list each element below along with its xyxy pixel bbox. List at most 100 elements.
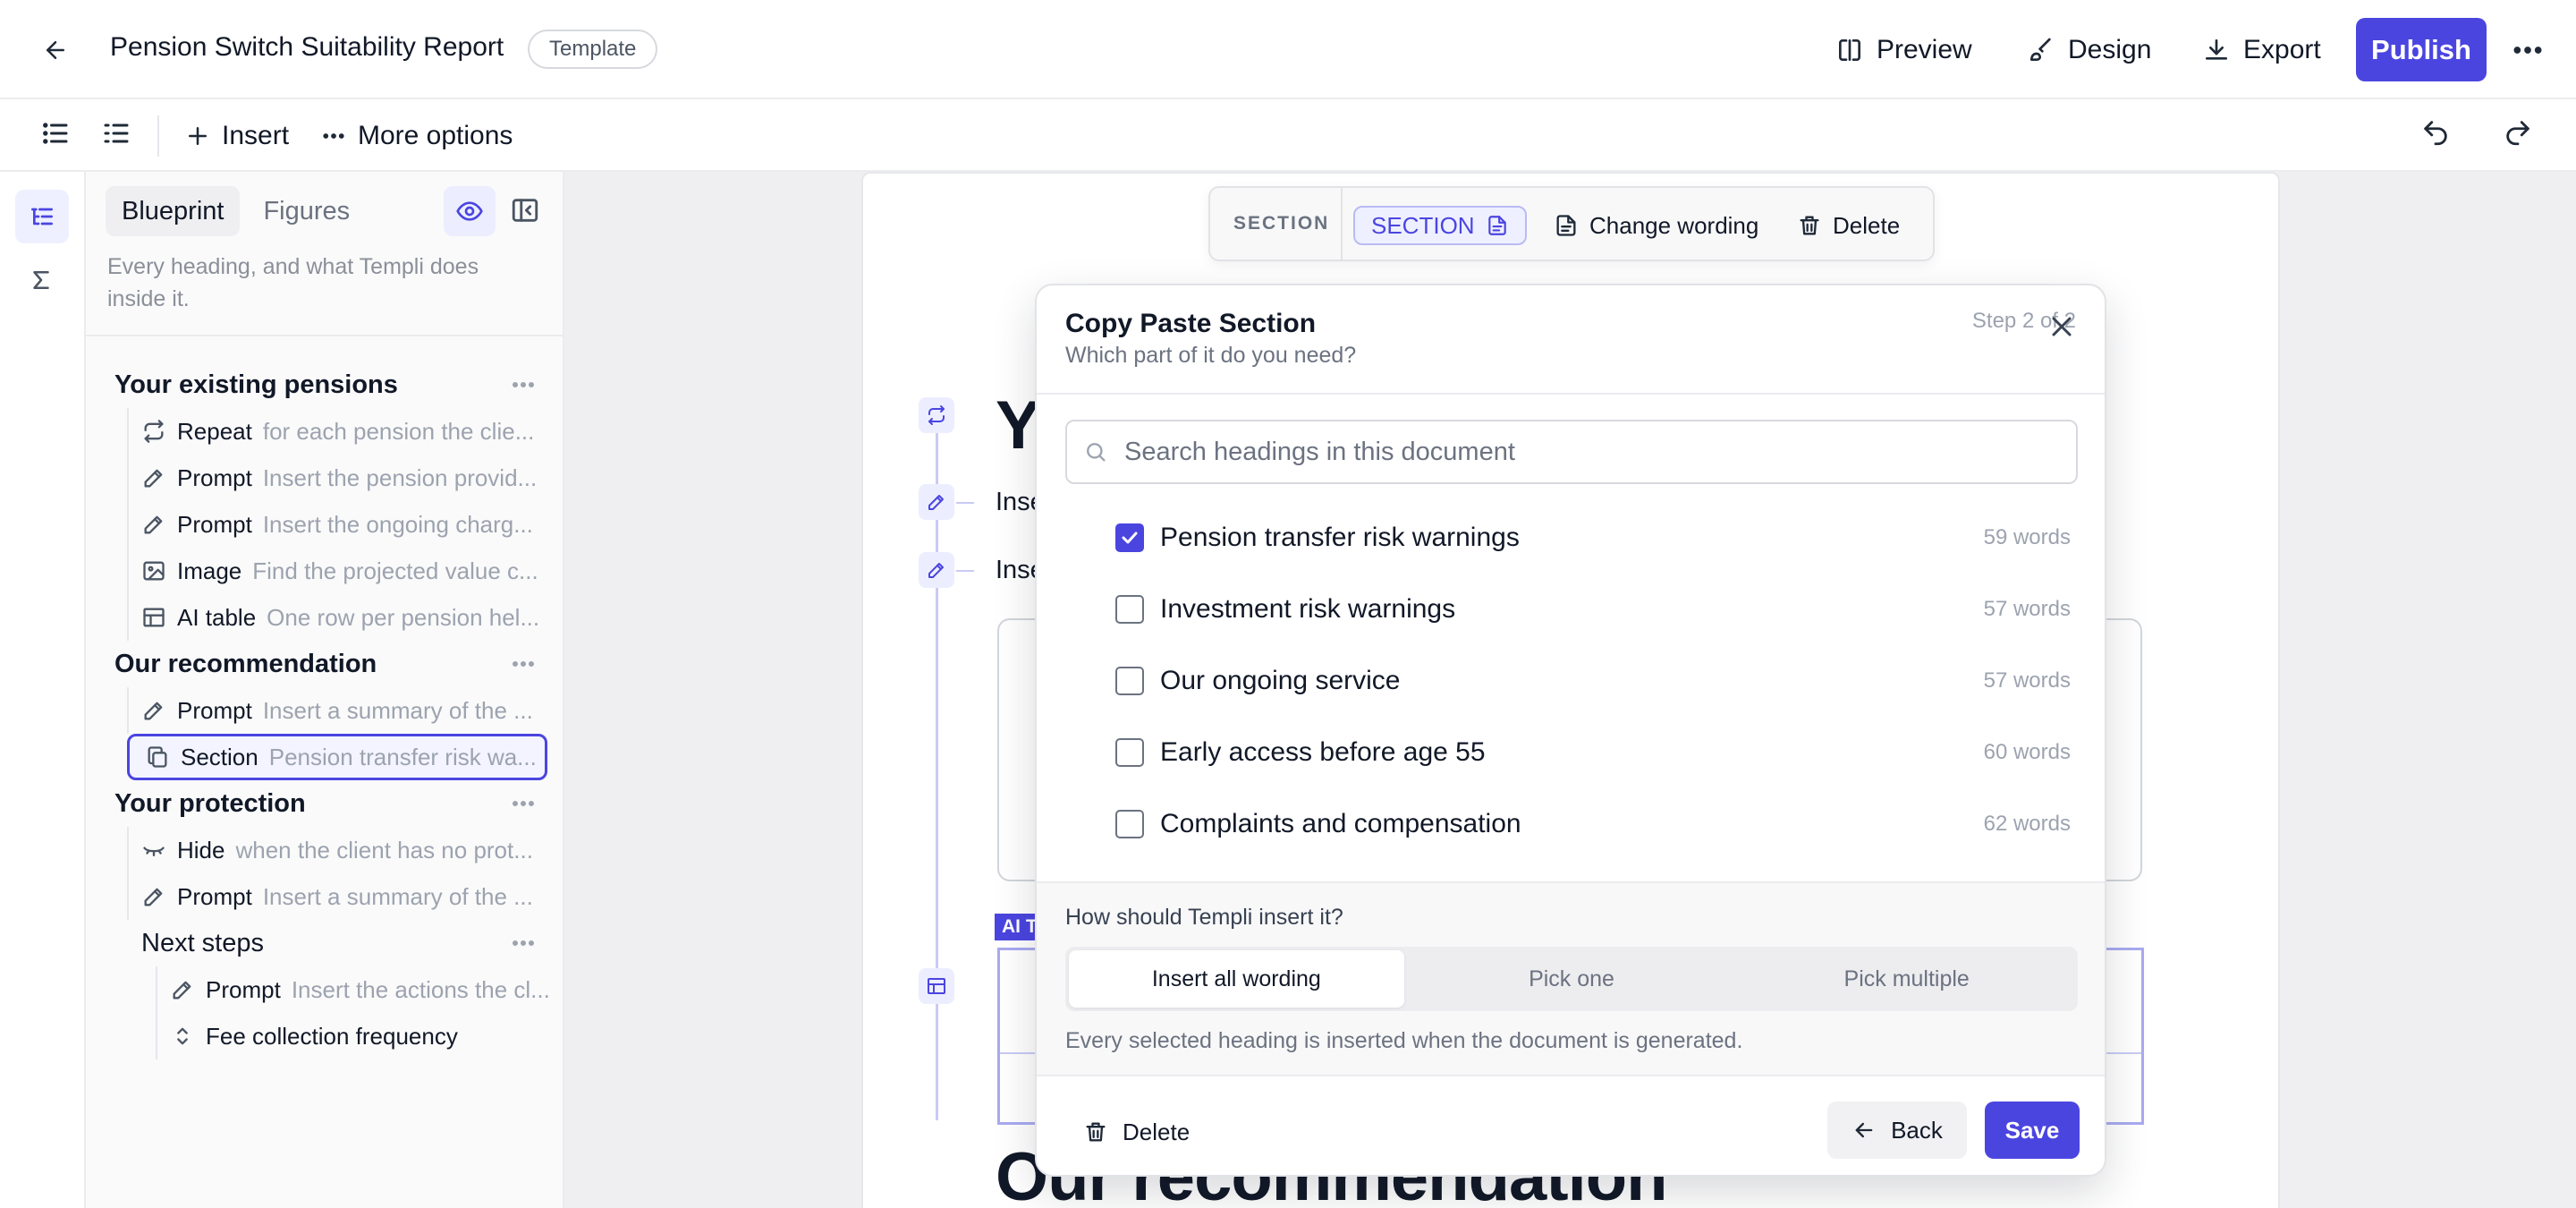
sidebar-tabs: Blueprint Figures	[106, 186, 366, 236]
check-icon	[1119, 527, 1140, 549]
tree-section-existing-pensions[interactable]: Your existing pensions	[86, 362, 563, 408]
section-pill-label: SECTION	[1371, 211, 1475, 239]
block-desc: Insert a summary of the ...	[262, 882, 533, 910]
tree-section-title: Your protection	[114, 788, 306, 818]
block-desc: Insert the ongoing charg...	[262, 510, 533, 538]
publish-button[interactable]: Publish	[2356, 18, 2487, 81]
dialog-back-button[interactable]: Back	[1827, 1102, 1967, 1159]
option-word-count: 60 words	[1983, 740, 2071, 764]
tab-figures[interactable]: Figures	[247, 186, 366, 236]
option-checkbox[interactable]	[1115, 738, 1144, 767]
more-horizontal-icon[interactable]	[507, 927, 539, 959]
sidebar-description: Every heading, and what Templi does insi…	[107, 254, 479, 311]
mode-insert-all[interactable]: Insert all wording	[1069, 950, 1404, 1008]
block-name: Repeat	[177, 417, 252, 445]
heading-option[interactable]: Early access before age 55 60 words	[1115, 726, 2071, 779]
table-block-chip[interactable]	[919, 968, 954, 1004]
block-desc: Insert the pension provid...	[262, 464, 538, 491]
option-checkbox[interactable]	[1115, 595, 1144, 624]
connector	[956, 570, 974, 572]
block-name: Section	[181, 743, 258, 770]
tree-block[interactable]: Repeat for each pension the clie...	[127, 408, 563, 455]
close-icon[interactable]	[2046, 311, 2078, 343]
eye-icon	[455, 197, 484, 225]
prompt-block-chip[interactable]	[919, 552, 954, 588]
repeat-block-chip[interactable]	[919, 397, 954, 433]
more-horizontal-icon[interactable]	[507, 369, 539, 401]
option-word-count: 59 words	[1983, 525, 2071, 549]
ordered-list-icon[interactable]	[100, 117, 136, 153]
sigma-icon	[28, 267, 56, 295]
mode-pick-multiple[interactable]: Pick multiple	[1739, 950, 2074, 1008]
undo-icon[interactable]	[2420, 117, 2456, 153]
more-options-button[interactable]: More options	[320, 117, 513, 155]
mode-pick-one[interactable]: Pick one	[1404, 950, 1740, 1008]
block-name: Prompt	[177, 696, 252, 724]
tree-block[interactable]: Hide when the client has no prot...	[127, 827, 563, 873]
tree-section-our-recommendation[interactable]: Our recommendation	[86, 641, 563, 687]
block-desc: for each pension the clie...	[262, 417, 535, 445]
more-horizontal-icon[interactable]	[507, 648, 539, 680]
more-horizontal-icon[interactable]	[2510, 32, 2546, 68]
repeat-icon	[141, 419, 166, 444]
heading-option[interactable]: Pension transfer risk warnings 59 words	[1115, 511, 2071, 565]
tab-blueprint[interactable]: Blueprint	[106, 186, 241, 236]
section-delete-button[interactable]: Delete	[1797, 206, 1900, 245]
heading-option[interactable]: Complaints and compensation 62 words	[1115, 797, 2071, 851]
left-rail	[0, 172, 86, 1208]
block-name: Prompt	[177, 464, 252, 491]
change-wording-label: Change wording	[1589, 211, 1759, 239]
blueprint-rail-button[interactable]	[15, 190, 69, 243]
tree-section-your-protection[interactable]: Your protection	[86, 780, 563, 827]
tree-block[interactable]: Fee collection frequency	[156, 1013, 563, 1059]
preview-button[interactable]: Preview	[1835, 29, 1972, 72]
table-icon	[926, 975, 947, 997]
option-word-count: 62 words	[1983, 812, 2071, 836]
tree-block[interactable]: Prompt Insert the pension provid...	[127, 455, 563, 501]
dialog-delete-label: Delete	[1123, 1118, 1191, 1145]
redo-icon[interactable]	[2503, 117, 2538, 153]
back-arrow-icon[interactable]	[38, 32, 73, 68]
tree-block[interactable]: Prompt Insert the actions the cl...	[156, 966, 563, 1013]
dialog-subtitle: Which part of it do you need?	[1065, 343, 1357, 368]
insert-mode-hint: Every selected heading is inserted when …	[1065, 1028, 1743, 1053]
option-checkbox[interactable]	[1115, 810, 1144, 838]
visibility-toggle-button[interactable]	[444, 186, 496, 236]
block-desc: when the client has no prot...	[235, 836, 533, 863]
option-label: Early access before age 55	[1160, 737, 1486, 767]
tree-block[interactable]: Prompt Insert a summary of the ...	[127, 687, 563, 734]
tree-block[interactable]: AI table One row per pension hel...	[127, 594, 563, 641]
more-horizontal-icon	[320, 123, 347, 149]
dialog-delete-button[interactable]: Delete	[1083, 1112, 1190, 1152]
heading-search-input[interactable]	[1124, 437, 2019, 467]
option-label: Pension transfer risk warnings	[1160, 523, 1520, 552]
tree-block[interactable]: Prompt Insert a summary of the ...	[127, 873, 563, 920]
block-name: Image	[177, 557, 242, 584]
arrow-left-icon	[1852, 1118, 1877, 1143]
heading-option[interactable]: Investment risk warnings 57 words	[1115, 583, 2071, 636]
document-title[interactable]: Pension Switch Suitability Report	[110, 32, 504, 63]
insert-button[interactable]: Insert	[184, 117, 289, 155]
tree-section-next-steps[interactable]: Next steps	[86, 920, 563, 966]
more-horizontal-icon[interactable]	[507, 787, 539, 820]
dialog-divider	[1037, 393, 2105, 395]
blueprint-tree: Your existing pensions Repeat for each p…	[86, 362, 563, 1059]
dialog-save-button[interactable]: Save	[1985, 1102, 2080, 1159]
dialog-footer: Delete Back Save	[1037, 1075, 2105, 1175]
change-wording-button[interactable]: Change wording	[1554, 206, 1758, 245]
heading-option[interactable]: Our ongoing service 57 words	[1115, 654, 2071, 708]
option-checkbox[interactable]	[1115, 523, 1144, 552]
collapse-panel-icon[interactable]	[510, 195, 542, 227]
section-type-pill[interactable]: SECTION	[1353, 206, 1527, 245]
figures-rail-button[interactable]	[15, 254, 69, 308]
bullet-list-icon[interactable]	[39, 117, 75, 153]
design-button[interactable]: Design	[2027, 29, 2151, 72]
tree-block[interactable]: Prompt Insert the ongoing charg...	[127, 501, 563, 548]
tree-block-selected-section[interactable]: Section Pension transfer risk wa...	[127, 734, 547, 780]
export-button[interactable]: Export	[2202, 29, 2321, 72]
pencil-icon	[141, 465, 166, 490]
tree-block[interactable]: Image Find the projected value c...	[127, 548, 563, 594]
option-checkbox[interactable]	[1115, 667, 1144, 695]
heading-search-field[interactable]	[1065, 420, 2078, 484]
prompt-block-chip[interactable]	[919, 484, 954, 520]
